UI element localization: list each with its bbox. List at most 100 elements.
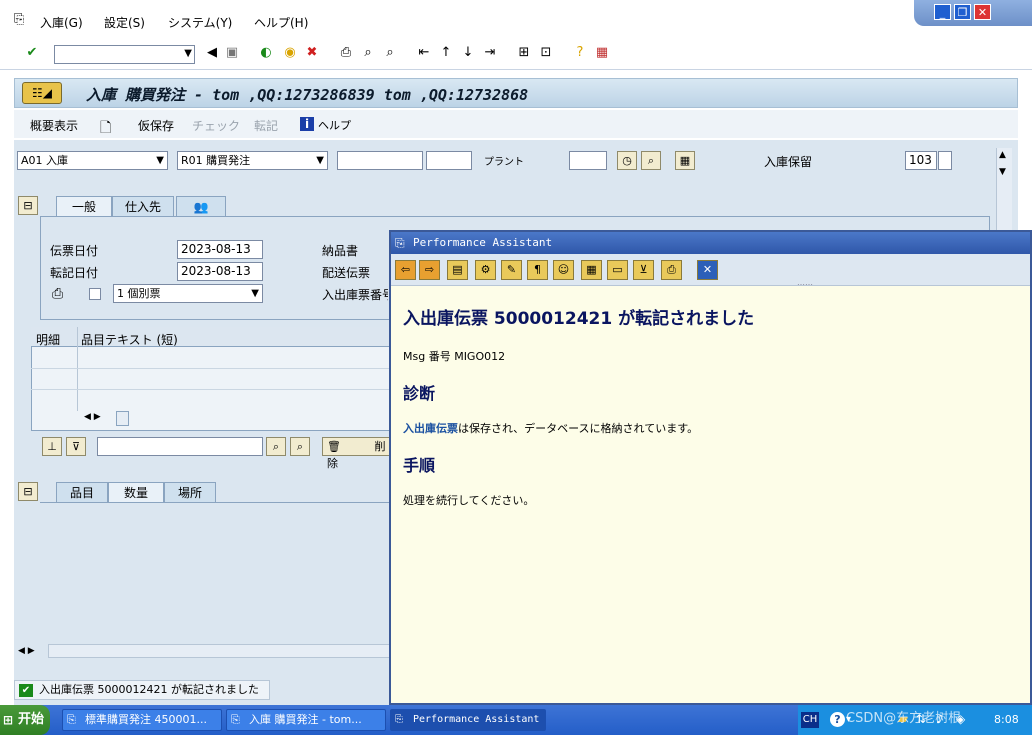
header-collapse-icon[interactable]: ⊟ — [18, 196, 38, 215]
menu-item-goods-receipt[interactable]: 入庫(G) — [40, 14, 83, 31]
command-field[interactable]: ▼ — [54, 45, 195, 64]
save-icon[interactable]: ▣ — [224, 45, 240, 61]
display-toggle-icon[interactable]: ☷◢ — [22, 82, 62, 104]
minimize-icon[interactable]: _ — [934, 4, 951, 20]
print-icon[interactable]: ⎙ — [661, 260, 682, 280]
next-page-icon[interactable]: ↓ — [460, 45, 476, 61]
chevron-down-icon[interactable]: ▼ — [156, 152, 164, 169]
new-doc-icon[interactable]: 🗋 — [100, 117, 111, 141]
page-horizontal-scrollbar[interactable] — [48, 644, 390, 658]
filter-icon[interactable]: ⊽ — [66, 437, 86, 456]
windows-logo-icon: ⊞ — [3, 713, 14, 727]
people-icon: 👥 — [193, 200, 209, 214]
close-icon[interactable]: ✕ — [697, 260, 718, 280]
navigate-icon[interactable]: ⊻ — [633, 260, 654, 280]
cancel-icon[interactable]: ✖ — [304, 45, 320, 61]
detail-collapse-icon[interactable]: ⊟ — [18, 482, 38, 501]
settings-icon[interactable]: ▦ — [675, 151, 695, 170]
book-icon[interactable]: ▤ — [447, 260, 468, 280]
po-item-field[interactable] — [426, 151, 472, 170]
menu-item-help[interactable]: ヘルプ(H) — [254, 14, 308, 31]
movement-type-indicator[interactable] — [938, 151, 952, 170]
bill-of-lading-label: 配送伝票 — [322, 266, 371, 280]
print-option-select[interactable]: 1 個別票 ▼ — [113, 284, 263, 303]
first-page-icon[interactable]: ⇤ — [416, 45, 432, 61]
taskbar-item-po[interactable]: ⎘ 標準購買発注 450001... — [62, 709, 222, 731]
delete-button[interactable]: 🗑 削除 — [322, 437, 390, 470]
enter-check-icon[interactable]: ✔ — [24, 45, 40, 61]
doc-date-field[interactable]: 2023-08-13 — [177, 240, 263, 259]
pa-diagnosis-link[interactable]: 入出庫伝票 — [403, 422, 458, 435]
tab-general[interactable]: 一般 — [56, 196, 112, 216]
execute-icon[interactable]: ◷ — [617, 151, 637, 170]
language-indicator[interactable]: CH — [801, 712, 819, 728]
menu-item-system[interactable]: システム(Y) — [168, 14, 232, 31]
scroll-left-icon[interactable]: ◀ ▶ — [84, 412, 101, 422]
ref-doc-select[interactable]: R01 購買発注 ▼ — [177, 151, 328, 170]
post-button[interactable]: 転記 — [254, 117, 278, 134]
item-search-field[interactable] — [97, 437, 263, 456]
help-button[interactable]: ヘルプ — [318, 117, 351, 133]
action-select[interactable]: A01 入庫 ▼ — [17, 151, 168, 170]
taskbar-item-pa[interactable]: ⎘ Performance Assistant — [390, 709, 546, 731]
long-text-icon[interactable]: ¶ — [527, 260, 548, 280]
stock-type-label: 入庫保留 — [764, 155, 813, 169]
add-line-icon[interactable]: ⊥ — [42, 437, 62, 456]
edit-icon[interactable]: ✎ — [501, 260, 522, 280]
exit-icon[interactable]: ◉ — [282, 45, 298, 61]
horizontal-scroll-thumb[interactable] — [116, 411, 129, 426]
new-session-icon[interactable]: ⊞ — [516, 45, 532, 61]
print-checkbox[interactable] — [89, 288, 101, 300]
forward-arrow-icon[interactable]: ⇨ — [419, 260, 440, 280]
help-icon[interactable]: ? — [830, 712, 845, 727]
back-icon[interactable]: ◐ — [258, 45, 274, 61]
po-number-field[interactable] — [337, 151, 423, 170]
save-draft-button[interactable]: 仮保存 — [138, 117, 174, 134]
menu-icon[interactable]: ⎘ — [14, 12, 24, 27]
movement-type-field[interactable]: 103 — [905, 151, 937, 170]
scroll-down-icon[interactable]: ▼ — [999, 167, 1006, 177]
find-icon[interactable]: ⌕ — [266, 437, 286, 456]
back-arrow-icon[interactable]: ⇦ — [395, 260, 416, 280]
document-icon[interactable]: ▭ — [607, 260, 628, 280]
tab-partner[interactable]: 👥 — [176, 196, 226, 216]
technical-info-icon[interactable]: ⚙ — [475, 260, 496, 280]
chevron-down-icon[interactable]: ▼ — [184, 48, 192, 59]
taskbar-item-label: 標準購買発注 450001... — [85, 713, 207, 726]
find-next-icon[interactable]: ⌕ — [290, 437, 310, 456]
layout-menu-icon[interactable]: ▦ — [594, 45, 610, 61]
chevron-down-icon[interactable]: ▼ — [316, 152, 324, 169]
menu-item-settings[interactable]: 設定(S) — [104, 14, 145, 31]
shortcut-icon[interactable]: ⊡ — [538, 45, 554, 61]
ref-doc-value: R01 購買発注 — [181, 154, 251, 167]
tab-location[interactable]: 場所 — [164, 482, 216, 502]
print-icon[interactable]: ⎙ — [338, 45, 354, 61]
status-bar[interactable]: ✔ 入出庫伝票 5000012421 が転記されました — [14, 680, 270, 700]
plant-field[interactable] — [569, 151, 607, 170]
pa-title-bar[interactable]: ⎘ Performance Assistant — [391, 232, 1030, 254]
col-line-header: 明細 — [36, 333, 61, 347]
check-button[interactable]: チェック — [192, 117, 240, 134]
restore-icon[interactable]: ❐ — [954, 4, 971, 20]
taskbar-item-gr[interactable]: ⎘ 入庫 購買発注 - tom... — [226, 709, 386, 731]
find-next-icon[interactable]: ⌕ — [382, 45, 398, 61]
post-date-field[interactable]: 2023-08-13 — [177, 262, 263, 281]
chevron-down-icon[interactable]: ▼ — [251, 285, 259, 302]
scroll-up-icon[interactable]: ▲ — [999, 150, 1006, 160]
last-page-icon[interactable]: ⇥ — [482, 45, 498, 61]
window-icon: ⎘ — [395, 236, 405, 250]
find-icon[interactable]: ⌕ — [360, 45, 376, 61]
back-arrow-icon[interactable]: ◀ — [204, 45, 220, 61]
start-button[interactable]: ⊞ 开始 — [0, 705, 50, 735]
person-icon[interactable]: ☺ — [553, 260, 574, 280]
tab-vendor[interactable]: 仕入先 — [112, 196, 174, 216]
summary-button[interactable]: 概要表示 — [30, 117, 78, 134]
tab-quantity[interactable]: 数量 — [108, 482, 164, 502]
search-icon[interactable]: ⌕ — [641, 151, 661, 170]
close-icon[interactable]: ✕ — [974, 4, 991, 20]
table-icon[interactable]: ▦ — [581, 260, 602, 280]
prev-page-icon[interactable]: ↑ — [438, 45, 454, 61]
tab-material[interactable]: 品目 — [56, 482, 108, 502]
page-scroll-arrows-icon[interactable]: ◀ ▶ — [18, 646, 35, 656]
help-icon[interactable]: ? — [572, 45, 588, 61]
